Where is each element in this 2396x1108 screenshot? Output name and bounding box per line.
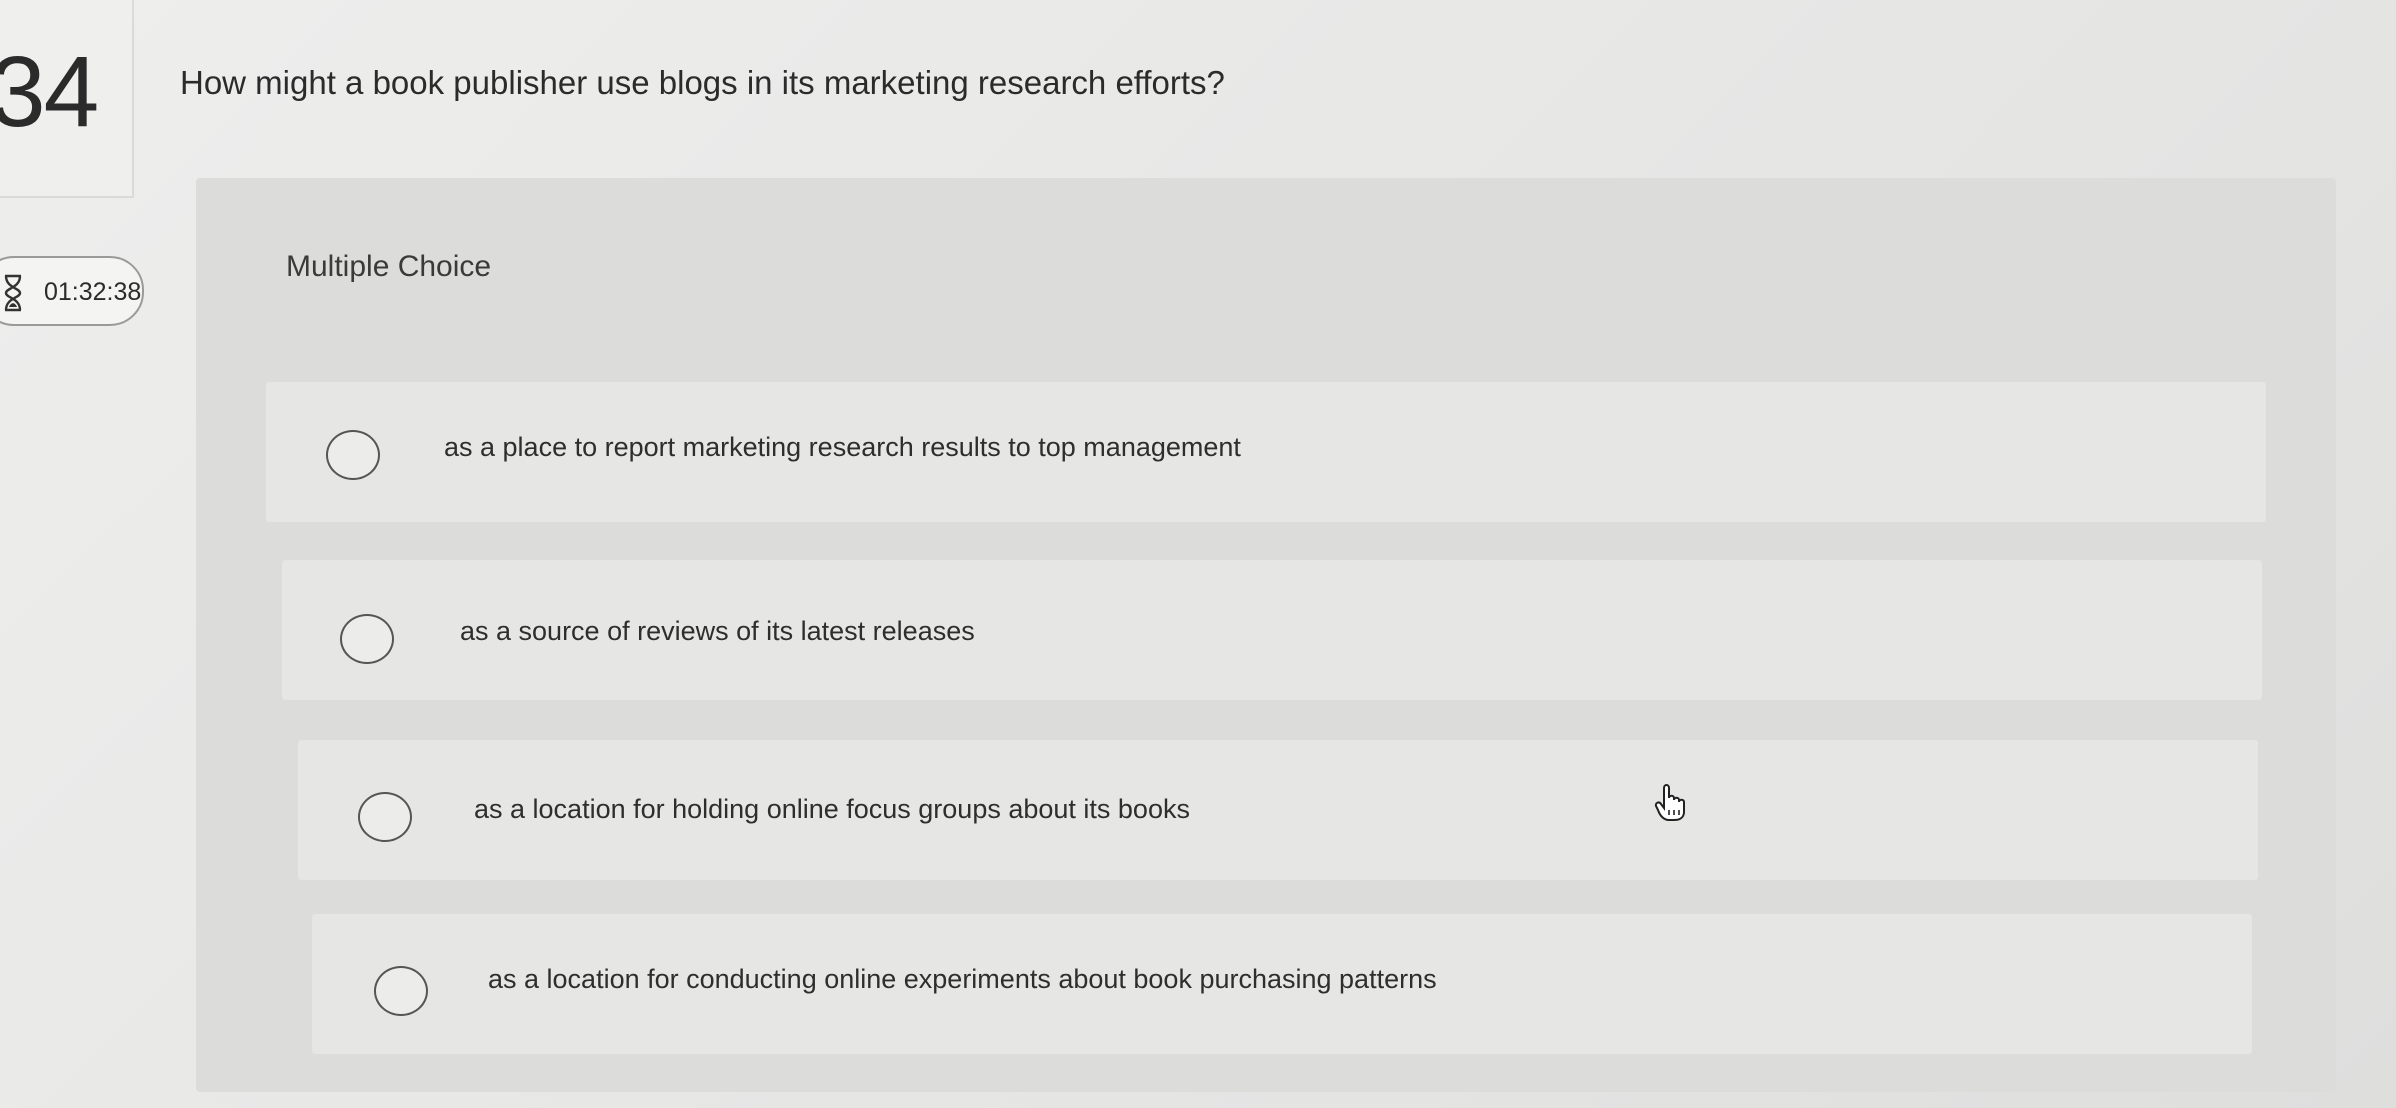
answer-option-label: as a source of reviews of its latest rel…: [460, 616, 975, 646]
radio-button[interactable]: [340, 614, 394, 664]
radio-button[interactable]: [326, 430, 380, 480]
hand-pointer-icon: [1654, 784, 1685, 821]
answer-option-label: as a location for holding online focus g…: [474, 794, 1190, 824]
answer-option-label: as a location for conducting online expe…: [488, 964, 1437, 994]
answer-option-3[interactable]: as a location for holding online focus g…: [298, 740, 2258, 880]
radio-button[interactable]: [374, 966, 428, 1016]
answer-option-4[interactable]: as a location for conducting online expe…: [312, 914, 2252, 1054]
timer-badge[interactable]: 01:32:38: [0, 256, 144, 326]
answer-option-1[interactable]: as a place to report marketing research …: [266, 382, 2266, 522]
radio-button[interactable]: [358, 792, 412, 842]
question-type-label: Multiple Choice: [286, 250, 492, 283]
hourglass-icon: [4, 274, 22, 312]
answer-option-label: as a place to report marketing research …: [444, 432, 1241, 462]
answer-option-2[interactable]: as a source of reviews of its latest rel…: [282, 560, 2262, 700]
timer-value: 01:32:38: [44, 278, 142, 306]
question-text: How might a book publisher use blogs in …: [180, 64, 1225, 101]
question-number: 34: [0, 36, 99, 148]
